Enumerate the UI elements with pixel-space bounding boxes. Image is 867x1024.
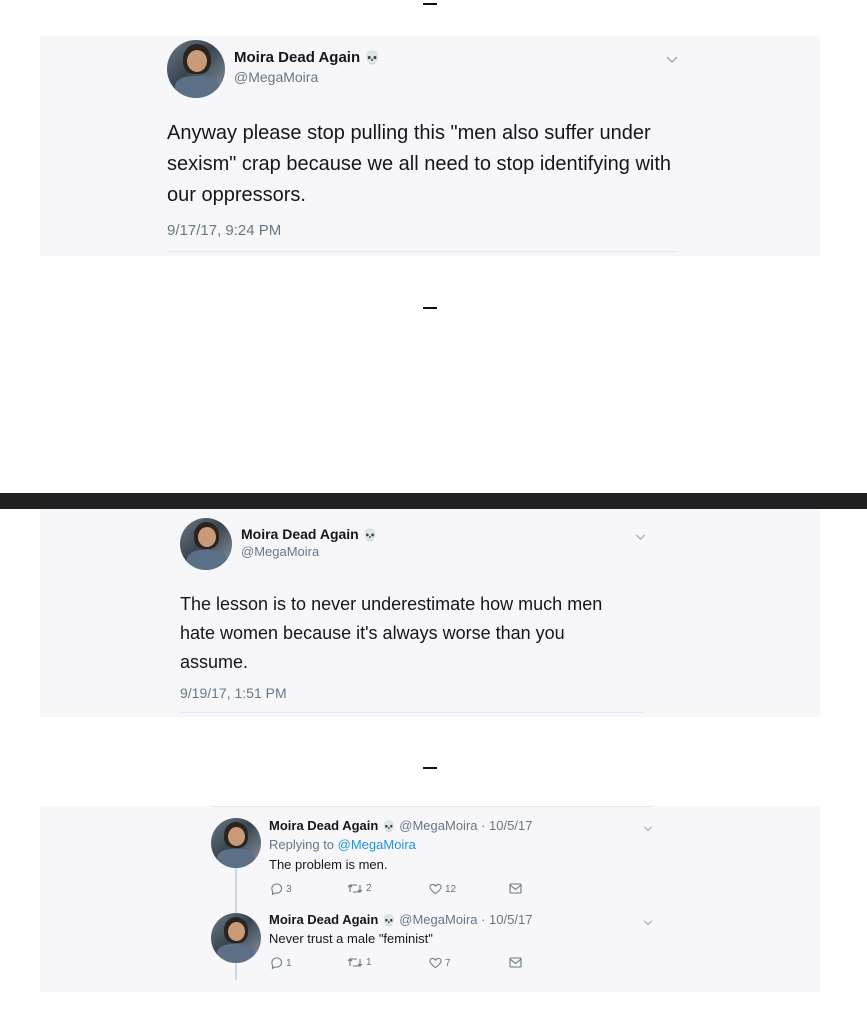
divider-bar: [0, 493, 867, 509]
reply-icon: [271, 957, 283, 969]
handle-and-date[interactable]: @MegaMoira · 10/5/17: [399, 912, 532, 927]
separator-dash: [423, 3, 437, 5]
display-name[interactable]: Moira Dead Again 💀: [241, 526, 378, 542]
chevron-down-icon[interactable]: [666, 53, 678, 67]
like-button[interactable]: 12: [429, 883, 456, 895]
chevron-down-icon[interactable]: [643, 915, 653, 929]
chevron-down-icon[interactable]: [635, 530, 646, 544]
tweet-text: The lesson is to never underestimate how…: [180, 594, 603, 672]
skull-emoji: 💀: [381, 915, 396, 927]
handle[interactable]: @MegaMoira: [234, 69, 318, 85]
dm-button[interactable]: [509, 883, 522, 894]
skull-emoji: 💀: [364, 50, 381, 65]
display-name-text[interactable]: Moira Dead Again: [241, 526, 359, 542]
avatar[interactable]: [180, 518, 232, 570]
reply-button[interactable]: 1: [270, 957, 292, 969]
thread-header: Moira Dead Again 💀 @MegaMoira · 10/5/17: [269, 912, 532, 927]
reply-count: 1: [286, 957, 292, 969]
like-icon: [429, 957, 442, 969]
chevron-down-icon[interactable]: [643, 821, 653, 835]
retweet-count: 1: [366, 957, 372, 968]
dm-icon: [509, 883, 522, 894]
reply-count: 3: [286, 883, 292, 895]
retweet-button[interactable]: 2: [347, 883, 372, 894]
tweet-text: The problem is men.: [269, 857, 388, 872]
separator-dash: [423, 767, 437, 769]
handle[interactable]: @MegaMoira: [241, 544, 319, 559]
replying-to: Replying to @MegaMoira: [269, 837, 416, 852]
dm-button[interactable]: [509, 957, 522, 968]
display-name-text[interactable]: Moira Dead Again: [269, 912, 378, 927]
handle-and-date[interactable]: @MegaMoira · 10/5/17: [399, 818, 532, 833]
tweet-text: Anyway please stop pulling this "men als…: [167, 122, 672, 206]
display-name[interactable]: Moira Dead Again 💀: [234, 49, 381, 66]
dm-icon: [509, 957, 522, 968]
reply-icon: [271, 883, 283, 895]
skull-emoji: 💀: [381, 821, 396, 833]
retweet-icon: [347, 884, 363, 893]
replying-to-handle-link[interactable]: @MegaMoira: [338, 837, 416, 852]
like-icon: [429, 883, 442, 895]
skull-emoji: 💀: [362, 528, 378, 542]
timestamp[interactable]: 9/17/17, 9:24 PM: [167, 222, 281, 239]
avatar[interactable]: [211, 913, 261, 963]
retweet-count: 2: [366, 883, 372, 894]
avatar[interactable]: [167, 40, 225, 98]
avatar[interactable]: [211, 818, 261, 868]
separator-dash: [423, 307, 437, 309]
display-name-text[interactable]: Moira Dead Again: [234, 49, 360, 66]
like-count: 12: [445, 883, 457, 895]
tweet-text: Never trust a male "feminist": [269, 931, 433, 946]
replying-to-label: Replying to: [269, 837, 338, 852]
divider: [211, 806, 652, 807]
display-name-text[interactable]: Moira Dead Again: [269, 818, 378, 833]
divider: [167, 251, 677, 252]
reply-button[interactable]: 3: [270, 883, 292, 895]
thread-header: Moira Dead Again 💀 @MegaMoira · 10/5/17: [269, 818, 532, 833]
like-count: 7: [445, 957, 451, 969]
divider: [180, 712, 645, 713]
timestamp[interactable]: 9/19/17, 1:51 PM: [180, 685, 287, 701]
retweet-icon: [347, 958, 363, 967]
retweet-button[interactable]: 1: [347, 957, 372, 968]
like-button[interactable]: 7: [429, 957, 451, 969]
